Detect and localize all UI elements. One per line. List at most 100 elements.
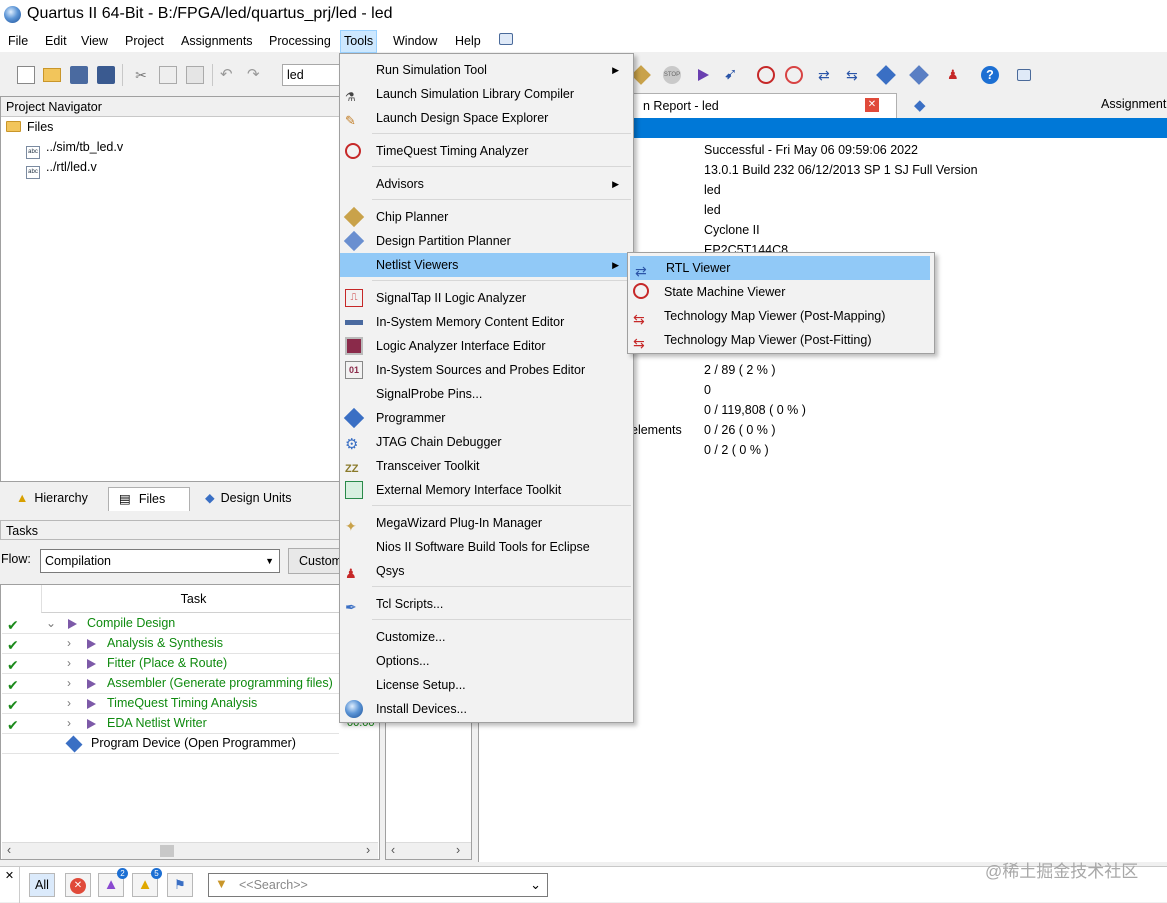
help-chat-icon[interactable] <box>499 33 513 45</box>
menu-launch-design-space-explorer[interactable]: ✎ Launch Design Space Explorer <box>340 106 633 130</box>
menu-tools[interactable]: Tools <box>340 30 378 53</box>
menu-state-machine-viewer[interactable]: State Machine Viewer <box>628 280 934 304</box>
menu-file[interactable]: File <box>5 33 31 52</box>
menu-window[interactable]: Window <box>390 33 440 52</box>
paste-icon[interactable] <box>186 66 204 84</box>
rtl-viewer-icon[interactable]: ⇄ <box>818 66 836 84</box>
filter-critical-warnings-button[interactable]: ▲ 2 <box>98 868 128 897</box>
filter-suppressed-button[interactable]: ⚑ <box>167 873 193 897</box>
chevron-right-icon[interactable]: › <box>67 654 71 673</box>
menu-in-system-memory-content-editor[interactable]: In-System Memory Content Editor <box>340 310 633 334</box>
scroll-right-icon[interactable]: › <box>366 843 370 857</box>
menu-help[interactable]: Help <box>452 33 484 52</box>
menu-design-partition-planner[interactable]: Design Partition Planner <box>340 229 633 253</box>
files-root[interactable]: Files <box>6 118 53 136</box>
project-combo[interactable]: led <box>282 64 340 86</box>
menu-transceiver-toolkit[interactable]: ZZ Transceiver Toolkit <box>340 454 633 478</box>
close-messages-icon[interactable]: ✕ <box>0 867 20 903</box>
tab-design-units[interactable]: ◆ Design Units <box>195 487 313 511</box>
timer-icon[interactable] <box>785 66 803 84</box>
tech-map-icon[interactable]: ⇆ <box>846 66 864 84</box>
menu-chip-planner[interactable]: Chip Planner <box>340 205 633 229</box>
task-row[interactable]: ✔ › EDA Netlist Writer 00:00 <box>2 714 375 734</box>
help-icon[interactable]: ? <box>981 66 999 84</box>
undo-icon[interactable]: ↶ <box>220 66 238 84</box>
toc-scrollbar[interactable]: ‹ › <box>386 842 471 859</box>
menu-logic-analyzer-interface-editor[interactable]: Logic Analyzer Interface Editor <box>340 334 633 358</box>
task-row[interactable]: ✔ › Assembler (Generate programming file… <box>2 674 339 694</box>
menu-signaltap[interactable]: ⎍ SignalTap II Logic Analyzer <box>340 286 633 310</box>
menu-jtag-chain-debugger[interactable]: ⚙ JTAG Chain Debugger <box>340 430 633 454</box>
chevron-down-icon[interactable]: ⌄ <box>530 877 541 893</box>
file-item[interactable]: abc ../rtl/led.v <box>26 158 97 179</box>
menu-tcl-scripts[interactable]: ✒ Tcl Scripts... <box>340 592 633 616</box>
menu-megawizard[interactable]: ✦ MegaWizard Plug-In Manager <box>340 511 633 535</box>
new-file-icon[interactable] <box>17 66 35 84</box>
menu-programmer[interactable]: Programmer <box>340 406 633 430</box>
filter-errors-button[interactable]: ✕ <box>65 873 91 897</box>
menu-run-simulation-tool[interactable]: Run Simulation Tool ▶ <box>340 58 633 82</box>
horizontal-scrollbar[interactable]: ‹ › <box>2 842 378 859</box>
start-compilation-icon[interactable] <box>698 69 709 81</box>
menu-project[interactable]: Project <box>122 33 167 52</box>
compile-icon[interactable] <box>631 65 651 85</box>
menu-processing[interactable]: Processing <box>266 33 334 52</box>
chevron-down-icon[interactable]: ⌄ <box>46 614 56 633</box>
menu-nios-ii-sbt[interactable]: Nios II Software Build Tools for Eclipse <box>340 535 633 559</box>
column-header-task[interactable]: Task <box>41 585 345 613</box>
menu-external-memory-interface-toolkit[interactable]: External Memory Interface Toolkit <box>340 478 633 502</box>
scroll-right-icon[interactable]: › <box>456 843 460 857</box>
chevron-right-icon[interactable]: › <box>67 694 71 713</box>
open-folder-icon[interactable] <box>43 68 61 82</box>
copy-icon[interactable] <box>159 66 177 84</box>
tab-files[interactable]: ▤ Files <box>108 487 190 511</box>
flow-select[interactable]: Compilation ▼ <box>40 549 280 573</box>
tab-assignments[interactable]: Assignment <box>1101 97 1166 111</box>
menu-options[interactable]: Options... <box>340 649 633 673</box>
save-icon[interactable] <box>70 66 88 84</box>
programmer-icon[interactable] <box>876 65 896 85</box>
task-row[interactable]: ✔ › TimeQuest Timing Analysis <box>2 694 339 714</box>
analysis-icon[interactable]: ➹ <box>724 66 742 84</box>
filter-all-button[interactable]: All <box>29 873 55 897</box>
menu-license-setup[interactable]: License Setup... <box>340 673 633 697</box>
scroll-thumb[interactable] <box>160 845 174 857</box>
menu-customize[interactable]: Customize... <box>340 625 633 649</box>
task-row[interactable]: ✔ ⌄ Compile Design <box>2 614 339 634</box>
redo-icon[interactable]: ↷ <box>247 66 265 84</box>
menu-edit[interactable]: Edit <box>42 33 70 52</box>
menu-rtl-viewer[interactable]: ⇄ RTL Viewer <box>630 256 930 280</box>
chevron-right-icon[interactable]: › <box>67 674 71 693</box>
menu-netlist-viewers[interactable]: Netlist Viewers ▶ <box>340 253 633 277</box>
menu-install-devices[interactable]: Install Devices... <box>340 697 633 721</box>
task-row[interactable]: Program Device (Open Programmer) <box>2 734 339 754</box>
chevron-right-icon[interactable]: › <box>67 714 71 733</box>
close-icon[interactable]: ✕ <box>865 98 879 112</box>
qsys-icon[interactable]: ♟ <box>947 66 965 84</box>
menu-tech-map-post-fitting[interactable]: ⇆ Technology Map Viewer (Post-Fitting) <box>628 328 934 352</box>
scroll-left-icon[interactable]: ‹ <box>7 843 11 857</box>
tab-compilation-report[interactable]: n Report - led ✕ <box>632 93 897 118</box>
menu-timequest-timing-analyzer[interactable]: TimeQuest Timing Analyzer <box>340 139 633 163</box>
save-all-icon[interactable] <box>97 66 115 84</box>
task-row[interactable]: ✔ › Fitter (Place & Route) <box>2 654 339 674</box>
menu-in-system-sources-probes-editor[interactable]: 01 In-System Sources and Probes Editor <box>340 358 633 382</box>
cut-icon[interactable]: ✂ <box>132 66 150 84</box>
menu-advisors[interactable]: Advisors ▶ <box>340 172 633 196</box>
task-row[interactable]: ✔ › Analysis & Synthesis <box>2 634 339 654</box>
menu-signalprobe-pins[interactable]: SignalProbe Pins... <box>340 382 633 406</box>
message-search-field[interactable]: ▼ <<Search>> ⌄ <box>208 873 548 897</box>
tab-hierarchy[interactable]: ▲ Hierarchy <box>6 487 106 511</box>
menu-launch-simulation-library-compiler[interactable]: ⚗ Launch Simulation Library Compiler <box>340 82 633 106</box>
feedback-icon[interactable] <box>1017 69 1031 81</box>
file-item[interactable]: abc ../sim/tb_led.v <box>26 138 123 159</box>
timequest-icon[interactable] <box>757 66 775 84</box>
menu-qsys[interactable]: ♟ Qsys <box>340 559 633 583</box>
scroll-left-icon[interactable]: ‹ <box>391 843 395 857</box>
filter-warnings-button[interactable]: ▲ 5 <box>132 868 162 897</box>
menu-view[interactable]: View <box>78 33 111 52</box>
menu-tech-map-post-mapping[interactable]: ⇆ Technology Map Viewer (Post-Mapping) <box>628 304 934 328</box>
chip-planner-icon[interactable] <box>909 65 929 85</box>
chevron-right-icon[interactable]: › <box>67 634 71 653</box>
stop-icon[interactable]: STOP <box>663 66 681 84</box>
